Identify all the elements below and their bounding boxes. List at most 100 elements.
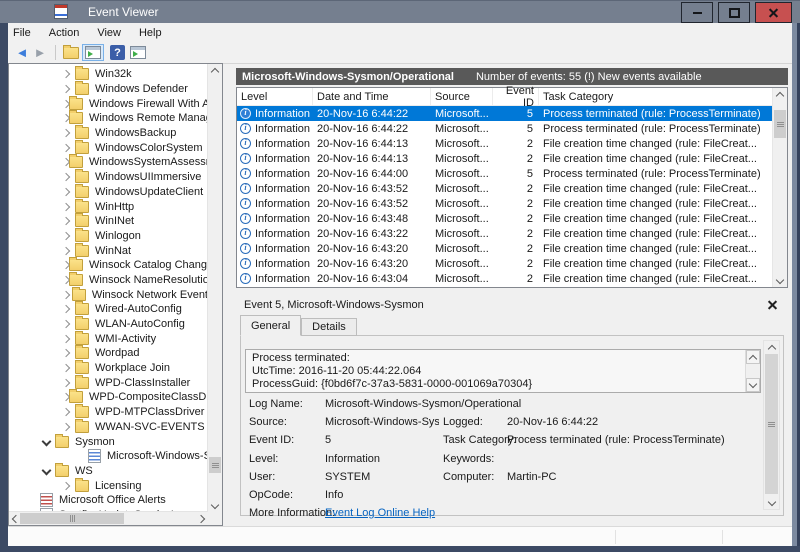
- table-vertical-scrollbar[interactable]: [772, 88, 787, 287]
- event-row[interactable]: Information 20-Nov-16 6:43:04 Microsoft...…: [237, 271, 773, 286]
- tree-item-licensing[interactable]: Licensing: [9, 477, 208, 493]
- tree-item-windows-firewall-with-adv[interactable]: Windows Firewall With Adv: [9, 95, 208, 111]
- tree-item-windowscolorsystem[interactable]: WindowsColorSystem: [9, 139, 208, 155]
- table-scroll-thumb[interactable]: [774, 110, 786, 138]
- menu-help[interactable]: Help: [130, 27, 171, 39]
- chevron-right-icon[interactable]: [61, 128, 75, 138]
- event-row[interactable]: Information 20-Nov-16 6:43:20 Microsoft...…: [237, 256, 773, 271]
- event-log-online-help-link[interactable]: Event Log Online Help: [325, 507, 435, 519]
- chevron-right-icon[interactable]: [61, 84, 75, 94]
- event-row[interactable]: Information 20-Nov-16 6:44:22 Microsoft...…: [237, 121, 773, 136]
- tree-item-windowsupdateclient[interactable]: WindowsUpdateClient: [9, 183, 208, 200]
- chevron-right-icon[interactable]: [61, 319, 75, 329]
- message-scrollbar[interactable]: [745, 350, 760, 392]
- title-bar[interactable]: Event Viewer: [0, 0, 800, 23]
- tree-item-wired-autoconfig[interactable]: Wired-AutoConfig: [9, 301, 208, 317]
- chevron-right-icon[interactable]: [61, 378, 75, 388]
- column-header-task-category[interactable]: Task Category: [539, 88, 773, 105]
- scroll-up-icon[interactable]: [764, 341, 779, 354]
- tab-details[interactable]: Details: [301, 318, 357, 336]
- tree-vertical-scrollbar[interactable]: [207, 64, 222, 512]
- chevron-down-icon[interactable]: [41, 436, 55, 447]
- help-icon[interactable]: [110, 45, 125, 60]
- event-row[interactable]: Information 20-Nov-16 6:43:20 Microsoft...…: [237, 241, 773, 256]
- tree-scroll-thumb[interactable]: [209, 457, 221, 473]
- close-button[interactable]: [755, 2, 792, 23]
- chevron-right-icon[interactable]: [61, 187, 75, 197]
- chevron-right-icon[interactable]: [61, 407, 75, 417]
- chevron-right-icon[interactable]: [61, 290, 72, 299]
- event-row[interactable]: Information 20-Nov-16 6:44:13 Microsoft...…: [237, 151, 773, 166]
- event-row[interactable]: Information 20-Nov-16 6:43:22 Microsoft...…: [237, 226, 773, 241]
- chevron-right-icon[interactable]: [61, 305, 75, 314]
- tree-item-winsock-network-event[interactable]: Winsock Network Event: [9, 286, 208, 302]
- event-row[interactable]: Information 20-Nov-16 6:43:48 Microsoft...…: [237, 211, 773, 226]
- tree-item-windowssystemassessmen[interactable]: WindowsSystemAssessmen: [9, 154, 208, 170]
- event-row[interactable]: Information 20-Nov-16 6:44:22 Microsoft...…: [237, 106, 773, 121]
- tree-item-wmi-activity[interactable]: WMI-Activity: [9, 330, 208, 346]
- column-header-event-id[interactable]: Event ID: [493, 85, 539, 109]
- chevron-down-icon[interactable]: [41, 465, 55, 476]
- chevron-right-icon[interactable]: [61, 334, 75, 343]
- console-tree-toggle-button[interactable]: [82, 44, 104, 61]
- tree-hscroll-thumb[interactable]: [20, 513, 124, 524]
- event-row[interactable]: Information 20-Nov-16 6:44:13 Microsoft...…: [237, 136, 773, 151]
- scroll-down-icon[interactable]: [746, 378, 760, 392]
- back-icon[interactable]: [13, 44, 31, 61]
- menu-file[interactable]: File: [8, 27, 40, 39]
- tree-item-workplace-join[interactable]: Workplace Join: [9, 360, 208, 376]
- scroll-right-icon[interactable]: [196, 512, 208, 525]
- tree-item-winsock-catalog-change[interactable]: Winsock Catalog Change: [9, 257, 208, 273]
- detail-scroll-thumb[interactable]: [765, 354, 778, 494]
- tree-item-windowsuiimmersive[interactable]: WindowsUIImmersive: [9, 169, 208, 185]
- chevron-right-icon[interactable]: [61, 481, 75, 490]
- chevron-right-icon[interactable]: [61, 422, 75, 432]
- tree-item-wordpad[interactable]: Wordpad: [9, 345, 208, 361]
- tree-item-winhttp[interactable]: WinHttp: [9, 198, 208, 214]
- tree-item-win32k[interactable]: Win32k: [9, 66, 208, 82]
- maximize-button[interactable]: [718, 2, 750, 23]
- chevron-right-icon[interactable]: [61, 202, 75, 211]
- chevron-right-icon[interactable]: [61, 231, 75, 241]
- tree-item-microsoft-office-alerts[interactable]: Microsoft Office Alerts: [9, 493, 208, 508]
- scroll-up-icon[interactable]: [746, 350, 760, 364]
- minimize-button[interactable]: [681, 2, 713, 23]
- tree-item-windowsbackup[interactable]: WindowsBackup: [9, 125, 208, 141]
- action-pane-toggle-icon[interactable]: [129, 44, 147, 61]
- scroll-down-icon[interactable]: [208, 499, 222, 512]
- tree-item-ws[interactable]: WS: [9, 462, 208, 479]
- scroll-down-icon[interactable]: [764, 496, 779, 509]
- tree-item-winsock-nameresolution-e[interactable]: Winsock NameResolution E: [9, 271, 208, 288]
- event-row[interactable]: Information 20-Nov-16 6:44:00 Microsoft...…: [237, 166, 773, 181]
- tree-item-wpd-mtpclassdriver[interactable]: WPD-MTPClassDriver: [9, 404, 208, 420]
- tree-item-windows-defender[interactable]: Windows Defender: [9, 81, 208, 97]
- tree-item-microsoft-windows-sys[interactable]: Microsoft-Windows-Sys: [9, 449, 208, 464]
- chevron-right-icon[interactable]: [61, 216, 75, 226]
- chevron-right-icon[interactable]: [61, 172, 75, 182]
- tree-item-wpd-compositeclassdrive[interactable]: WPD-CompositeClassDrive: [9, 389, 208, 405]
- scroll-up-icon[interactable]: [208, 64, 222, 77]
- detail-vertical-scrollbar[interactable]: [763, 340, 780, 510]
- detail-close-icon[interactable]: [767, 299, 778, 310]
- tree-item-wininet[interactable]: WinINet: [9, 213, 208, 229]
- tree-item-winnat[interactable]: WinNat: [9, 242, 208, 258]
- event-row[interactable]: Information 20-Nov-16 6:43:52 Microsoft...…: [237, 181, 773, 196]
- tree-horizontal-scrollbar[interactable]: [9, 511, 208, 525]
- tree-item-windows-remote-manager[interactable]: Windows Remote Manager: [9, 110, 208, 126]
- tab-general[interactable]: General: [240, 315, 302, 336]
- tree-item-winlogon[interactable]: Winlogon: [9, 227, 208, 244]
- open-saved-log-icon[interactable]: [62, 44, 80, 61]
- menu-view[interactable]: View: [88, 27, 130, 39]
- tree-item-wwan-svc-events[interactable]: WWAN-SVC-EVENTS: [9, 418, 208, 435]
- menu-action[interactable]: Action: [40, 27, 89, 39]
- scroll-down-icon[interactable]: [773, 274, 787, 287]
- chevron-right-icon[interactable]: [61, 143, 75, 153]
- chevron-right-icon[interactable]: [61, 363, 75, 373]
- column-header-level[interactable]: Level: [237, 88, 313, 105]
- chevron-right-icon[interactable]: [61, 70, 75, 79]
- column-header-source[interactable]: Source: [431, 88, 493, 105]
- tree-item-sysmon[interactable]: Sysmon: [9, 433, 208, 449]
- tree-item-wpd-classinstaller[interactable]: WPD-ClassInstaller: [9, 374, 208, 390]
- scroll-up-icon[interactable]: [773, 88, 787, 101]
- chevron-right-icon[interactable]: [61, 246, 75, 255]
